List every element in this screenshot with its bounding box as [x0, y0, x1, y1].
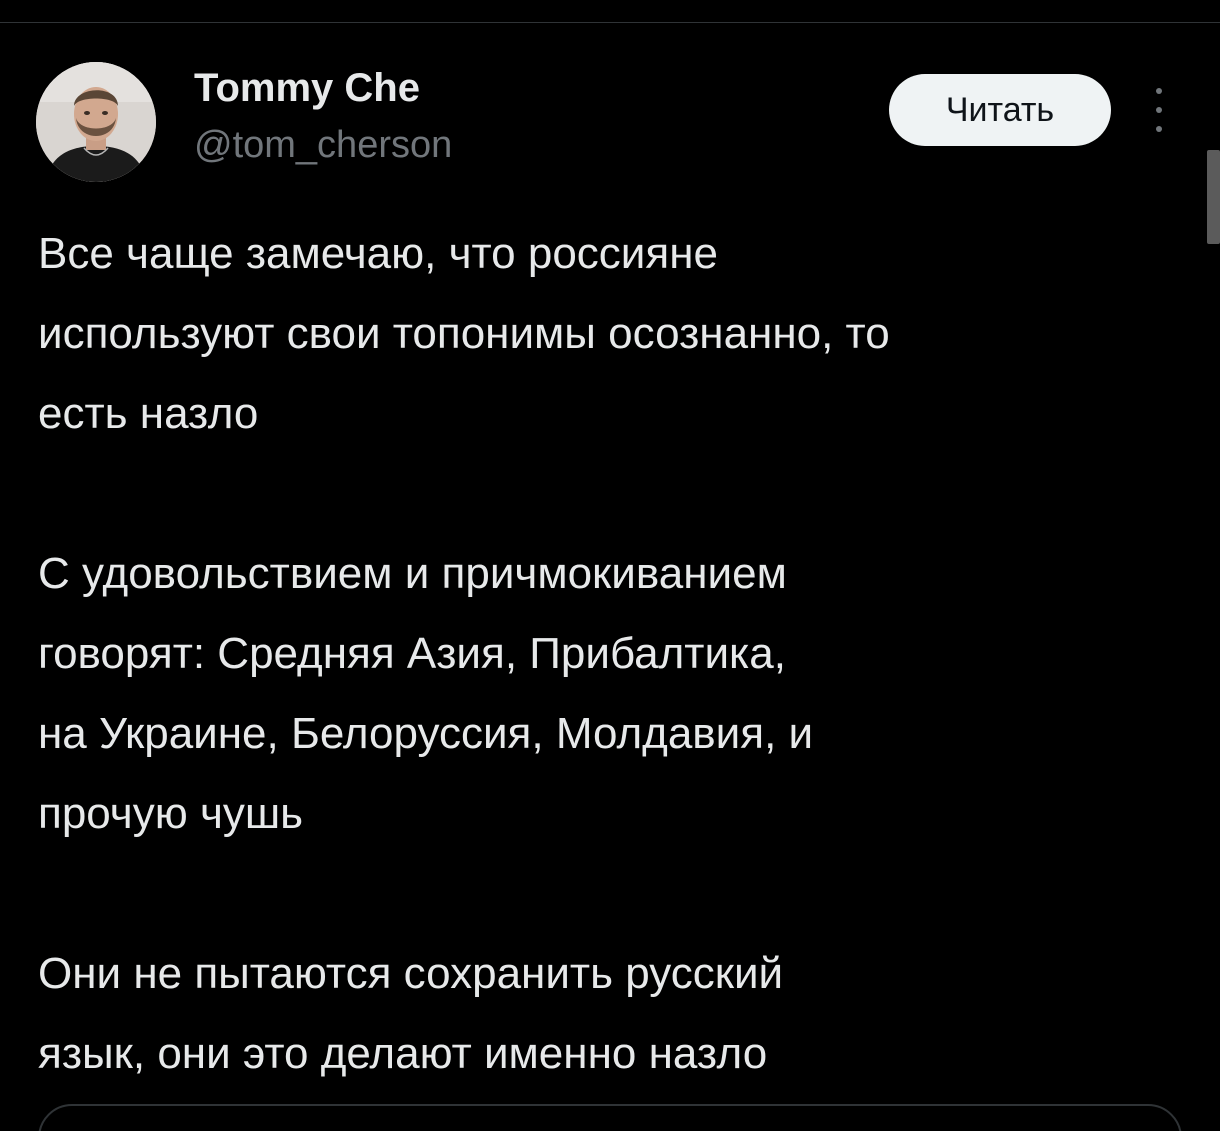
- tweet-paragraph: С удовольствием и причмокиванием говорят…: [38, 549, 814, 838]
- more-dot: [1156, 88, 1162, 94]
- tweet-body: Все чаще замечаю, что россияне использую…: [38, 214, 1198, 1094]
- tweet-paragraph: Они не пытаются сохранить русский язык, …: [38, 949, 784, 1078]
- more-vertical-icon[interactable]: [1146, 88, 1172, 132]
- avatar-image: [36, 62, 156, 182]
- media-card[interactable]: [38, 1104, 1182, 1131]
- avatar[interactable]: [36, 62, 156, 182]
- author-display-name[interactable]: Tommy Che: [194, 64, 420, 112]
- more-dot: [1156, 107, 1162, 113]
- tweet-paragraph: Все чаще замечаю, что россияне использую…: [38, 229, 890, 438]
- author-handle[interactable]: @tom_cherson: [194, 122, 452, 168]
- tweet-screen: Tommy Che @tom_cherson Читать Все чаще з…: [0, 0, 1220, 1131]
- scrollbar[interactable]: [1207, 150, 1220, 244]
- top-divider: [0, 22, 1220, 23]
- more-dot: [1156, 126, 1162, 132]
- follow-button[interactable]: Читать: [889, 74, 1111, 146]
